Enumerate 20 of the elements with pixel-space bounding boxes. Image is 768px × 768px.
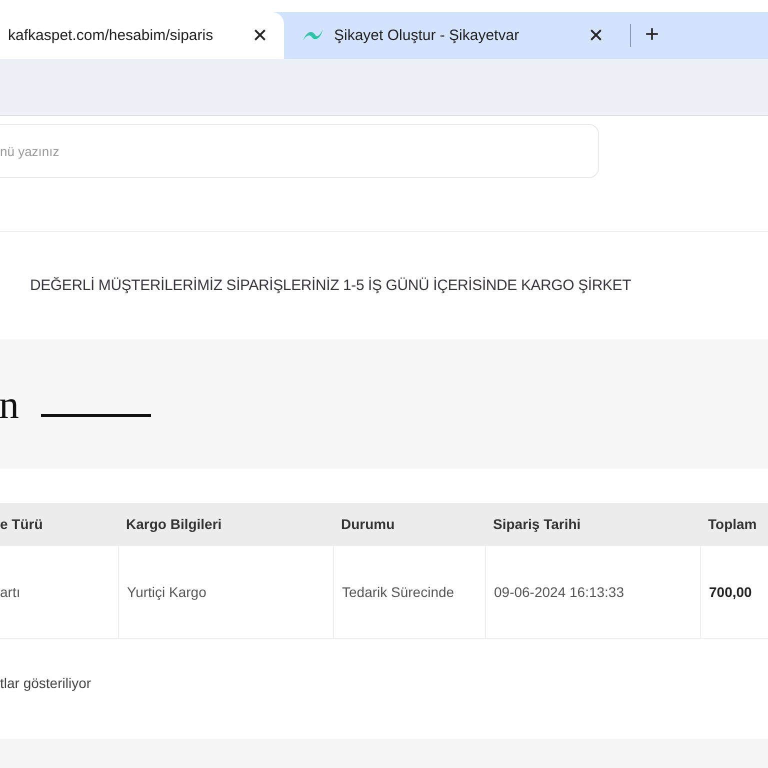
column-header: e Türü: [0, 516, 44, 532]
results-info: tlar gösteriliyor: [0, 674, 92, 691]
table-cell: Yurtiçi Kargo: [118, 546, 333, 638]
table-cell: Tedarik Sürecinde: [333, 546, 485, 638]
table-cell-text: artı: [0, 582, 22, 602]
table-cell: 09-06-2024 16:13:33: [485, 546, 700, 638]
tab-title: Şikayet Oluştur - Şikayetvar: [334, 26, 520, 44]
notice-text: DEĞERLİ MÜŞTERİLERİMİZ SİPARİŞLERİNİZ 1-5 İŞ GÜNÜ İÇERİSİNDE KARGO ŞİRKET: [29, 276, 632, 296]
close-icon[interactable]: [590, 29, 602, 42]
table-cell: 700,00: [700, 546, 768, 638]
new-tab-button[interactable]: +: [641, 21, 664, 50]
browser-tab[interactable]: kafkaspet.com/hesabim/siparis: [0, 12, 284, 59]
column-header: Toplam: [707, 516, 758, 532]
page-heading: n: [0, 380, 19, 428]
close-icon[interactable]: [254, 29, 266, 42]
tab-title: kafkaspet.com/hesabim/siparis: [8, 26, 214, 44]
search-field[interactable]: nü yazınız: [0, 124, 599, 178]
column-header: Kargo Bilgileri: [125, 516, 223, 532]
column-header: Durumu: [340, 516, 396, 532]
column-header: Sipariş Tarihi: [492, 516, 582, 532]
